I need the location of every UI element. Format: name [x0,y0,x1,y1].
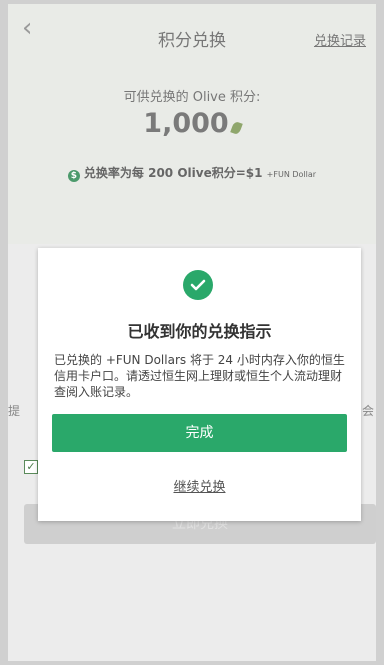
dialog-title: 已收到你的兑换指示 [127,322,272,341]
confirmation-dialog: 已收到你的兑换指示 已兑换的 +FUN Dollars 将于 24 小时内存入你… [38,248,361,521]
terms-checkbox[interactable]: ✓ [24,460,38,474]
app-screen: ‹ 积分兑换 兑换记录 可供兑换的 Olive 积分: 1,000 $ 兑换率为每… [8,4,376,661]
continue-redeem-link[interactable]: 继续兑换 [38,476,361,495]
hidden-text-fragment-right: 会 [361,404,374,418]
points-balance: 1,000 [8,108,376,139]
success-check-icon [183,270,213,300]
done-button[interactable]: 完成 [52,414,347,452]
points-summary: 可供兑换的 Olive 积分: 1,000 $ 兑换率为每 200 Olive积分… [8,58,376,304]
redemption-record-link[interactable]: 兑换记录 [314,30,366,49]
points-value: 1,000 [143,108,229,139]
exchange-rate-unit: +FUN Dollar [266,170,317,179]
header-bar: ‹ 积分兑换 兑换记录 [8,4,376,58]
exchange-rate-text: 兑换率为每 200 Olive积分=$1 [83,166,263,180]
dialog-message: 已兑换的 +FUN Dollars 将于 24 小时内存入你的恒生信用卡户口。请… [54,353,345,399]
hidden-text-fragment-left: 提 [8,404,21,418]
available-points-label: 可供兑换的 Olive 积分: [123,90,261,105]
coin-icon: $ [67,170,80,182]
olive-leaf-icon [229,120,243,136]
exchange-rate: $ 兑换率为每 200 Olive积分=$1 +FUN Dollar [8,164,376,182]
